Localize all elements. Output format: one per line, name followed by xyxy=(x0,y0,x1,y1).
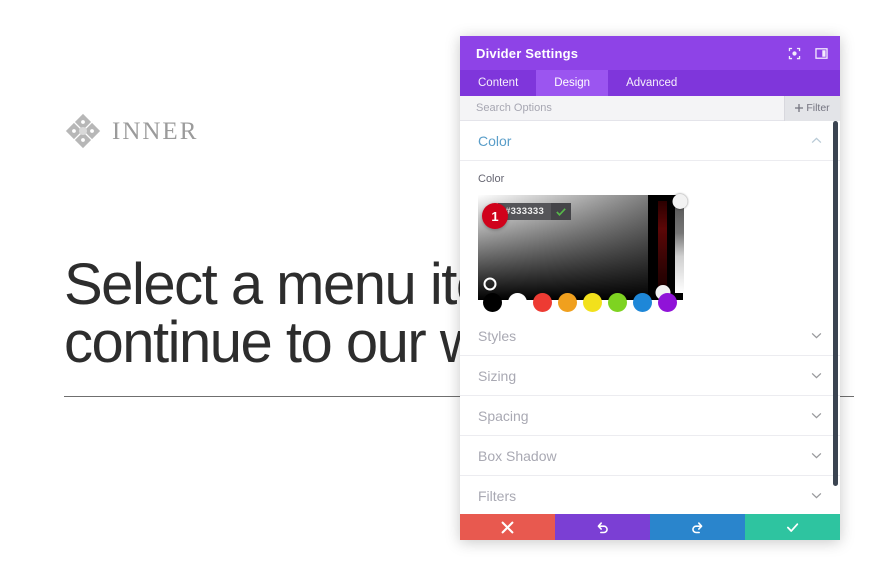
plus-icon xyxy=(795,104,804,112)
color-picker[interactable]: 1 #333333 xyxy=(478,194,687,312)
modal-tabs: Content Design Advanced xyxy=(460,70,840,96)
swatch-yellow[interactable] xyxy=(583,293,602,312)
chevron-down-icon xyxy=(811,372,822,379)
search-options-bar: Filter xyxy=(460,95,840,121)
section-color[interactable]: Color xyxy=(460,121,840,161)
tab-advanced[interactable]: Advanced xyxy=(608,70,695,96)
tab-content[interactable]: Content xyxy=(460,70,536,96)
save-button[interactable] xyxy=(745,514,840,540)
cancel-button[interactable] xyxy=(460,514,555,540)
swatch-blue[interactable] xyxy=(633,293,652,312)
chevron-up-icon xyxy=(811,137,822,144)
saturation-value-handle[interactable] xyxy=(483,277,497,291)
tab-design[interactable]: Design xyxy=(536,70,609,96)
screen: INNER Select a menu item to continue to … xyxy=(0,0,880,576)
swatch-red[interactable] xyxy=(533,293,552,312)
modal-action-bar xyxy=(460,514,840,540)
hex-value-chip[interactable]: 1 #333333 xyxy=(482,203,572,229)
check-icon xyxy=(556,207,566,216)
chevron-down-icon xyxy=(811,452,822,459)
swatch-orange[interactable] xyxy=(558,293,577,312)
color-swatches xyxy=(483,293,677,312)
site-logo-text: INNER xyxy=(112,117,199,145)
swatch-purple[interactable] xyxy=(658,293,677,312)
modal-header: Divider Settings xyxy=(460,36,840,70)
modal-header-icons xyxy=(788,47,828,60)
check-icon xyxy=(786,522,799,532)
alpha-slider[interactable] xyxy=(672,194,687,293)
undo-icon xyxy=(597,521,608,533)
undo-button[interactable] xyxy=(555,514,650,540)
section-box-shadow[interactable]: Box Shadow xyxy=(460,436,840,476)
section-filters-label: Filters xyxy=(478,487,517,504)
panel-layout-icon[interactable] xyxy=(815,47,828,60)
color-section-body: Color 1 #333333 xyxy=(460,161,840,316)
section-spacing[interactable]: Spacing xyxy=(460,396,840,436)
section-filters[interactable]: Filters xyxy=(460,476,840,514)
section-styles-label: Styles xyxy=(478,327,517,344)
filter-button[interactable]: Filter xyxy=(784,95,840,121)
step-badge-1: 1 xyxy=(482,203,508,229)
redo-button[interactable] xyxy=(650,514,745,540)
close-icon xyxy=(501,521,514,533)
modal-title: Divider Settings xyxy=(476,45,579,61)
diamond-cluster-logo-icon xyxy=(65,113,101,149)
section-color-label: Color xyxy=(478,132,512,149)
hue-slider[interactable] xyxy=(655,201,670,300)
section-box-shadow-label: Box Shadow xyxy=(478,447,557,464)
section-spacing-label: Spacing xyxy=(478,407,529,424)
filter-button-label: Filter xyxy=(806,102,830,114)
swatch-black[interactable] xyxy=(483,293,502,312)
chevron-down-icon xyxy=(811,492,822,499)
site-logo[interactable]: INNER xyxy=(64,112,198,150)
hex-confirm-button[interactable] xyxy=(551,203,572,220)
alpha-slider-handle[interactable] xyxy=(672,194,687,209)
chevron-down-icon xyxy=(811,412,822,419)
panel-scrollbar[interactable] xyxy=(833,121,838,486)
chevron-down-icon xyxy=(811,332,822,339)
settings-scroll-area: Color Color 1 #333333 Styles Sizing Spac… xyxy=(460,121,840,514)
divider-settings-modal: Divider Settings Content Design Advanced xyxy=(460,36,840,540)
section-styles[interactable]: Styles xyxy=(460,316,840,356)
color-field-label: Color xyxy=(478,173,505,185)
swatch-white[interactable] xyxy=(508,293,527,312)
focus-target-icon[interactable] xyxy=(788,47,801,60)
swatch-green[interactable] xyxy=(608,293,627,312)
redo-icon xyxy=(692,521,703,533)
section-sizing-label: Sizing xyxy=(478,367,517,384)
search-input[interactable] xyxy=(476,102,784,114)
section-sizing[interactable]: Sizing xyxy=(460,356,840,396)
